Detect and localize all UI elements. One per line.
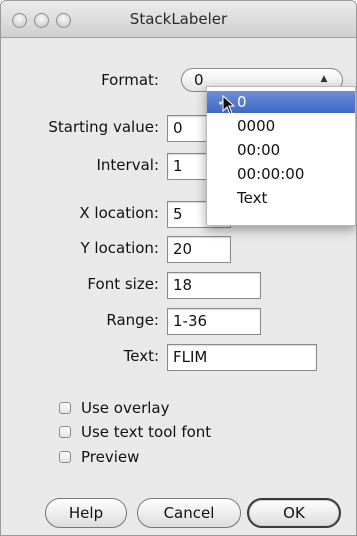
use-text-tool-font-label: Use text tool font <box>81 423 212 441</box>
popup-arrow-icon: ▲ <box>320 74 328 84</box>
checkbox-box[interactable] <box>59 451 71 463</box>
format-label: Format: <box>101 71 159 89</box>
range-label: Range: <box>106 311 159 329</box>
text-label: Text: <box>123 347 159 365</box>
range-field[interactable]: 1-36 <box>167 308 261 335</box>
menu-item-00-00-00[interactable]: 00:00:00 <box>207 163 355 185</box>
menu-item-label: 0000 <box>237 117 276 135</box>
starting-value-label: Starting value: <box>48 118 159 136</box>
cancel-button[interactable]: Cancel <box>137 498 241 528</box>
checkbox-box[interactable] <box>59 402 71 414</box>
stacklabeler-dialog: StackLabeler Format: 0 ▲ Starting value:… <box>0 0 357 536</box>
menu-item-0000[interactable]: 0000 <box>207 115 355 137</box>
use-overlay-label: Use overlay <box>81 399 170 417</box>
format-select-value: 0 <box>194 71 204 89</box>
menu-item-00-00[interactable]: 00:00 <box>207 139 355 161</box>
x-location-label: X location: <box>79 204 159 222</box>
y-location-field[interactable]: 20 <box>167 236 231 263</box>
ok-button[interactable]: OK <box>247 498 341 528</box>
window-title: StackLabeler <box>129 10 228 28</box>
title-bar[interactable]: StackLabeler <box>1 1 356 38</box>
text-field[interactable]: FLIM <box>167 344 317 371</box>
menu-item-label: 0 <box>237 93 247 111</box>
font-size-field[interactable]: 18 <box>167 272 261 299</box>
preview-label: Preview <box>81 448 140 466</box>
y-location-label: Y location: <box>80 239 159 257</box>
mouse-cursor-icon <box>222 95 236 115</box>
font-size-label: Font size: <box>87 275 159 293</box>
menu-item-label: 00:00 <box>237 141 281 159</box>
help-button[interactable]: Help <box>45 498 127 528</box>
interval-label: Interval: <box>96 156 160 174</box>
menu-item-label: Text <box>237 189 268 207</box>
menu-item-text[interactable]: Text <box>207 187 355 209</box>
checkbox-box[interactable] <box>59 426 71 438</box>
menu-item-label: 00:00:00 <box>237 165 305 183</box>
